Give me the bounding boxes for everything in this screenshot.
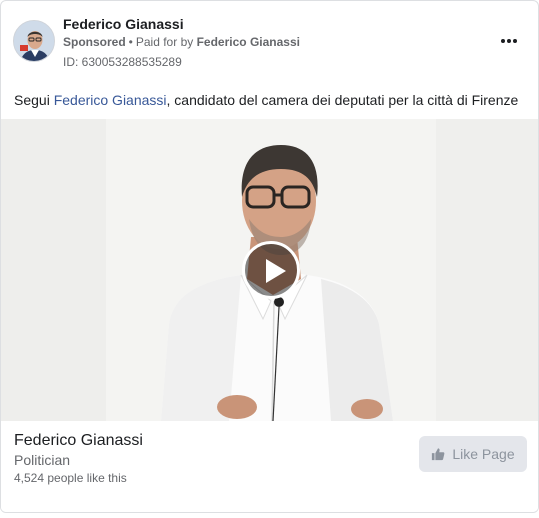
ad-card: Federico Gianassi Sponsored • Paid for by … bbox=[0, 0, 539, 513]
footer-page-name[interactable]: Federico Gianassi bbox=[14, 432, 143, 450]
page-footer: Federico Gianassi Politician 4,524 peopl… bbox=[1, 421, 538, 512]
paid-for-prefix: Paid for by bbox=[135, 35, 194, 49]
more-options-icon[interactable] bbox=[498, 31, 520, 51]
video-player[interactable] bbox=[1, 119, 538, 421]
ad-text: Segui Federico Gianassi, candidato del c… bbox=[14, 92, 518, 108]
separator-dot: • bbox=[128, 35, 133, 49]
post-header: Federico Gianassi Sponsored • Paid for by … bbox=[1, 1, 538, 81]
like-page-button[interactable]: Like Page bbox=[419, 436, 527, 472]
sponsored-label[interactable]: Sponsored bbox=[63, 35, 126, 49]
ad-text-before: Segui bbox=[14, 92, 54, 108]
page-avatar[interactable] bbox=[13, 20, 55, 62]
thumbs-up-icon bbox=[432, 448, 445, 461]
ad-text-after: , candidato del camera dei deputati per … bbox=[166, 92, 519, 108]
paid-for-name[interactable]: Federico Gianassi bbox=[197, 35, 300, 49]
ad-id: ID: 630053288535289 bbox=[63, 55, 182, 69]
play-icon[interactable] bbox=[242, 241, 300, 299]
page-like-count: 4,524 people like this bbox=[14, 471, 127, 485]
like-page-label: Like Page bbox=[452, 446, 515, 462]
ad-text-link[interactable]: Federico Gianassi bbox=[54, 92, 167, 108]
page-name[interactable]: Federico Gianassi bbox=[63, 16, 184, 32]
page-category: Politician bbox=[14, 452, 71, 468]
sponsored-line: Sponsored • Paid for by Federico Gianassi bbox=[63, 35, 300, 49]
